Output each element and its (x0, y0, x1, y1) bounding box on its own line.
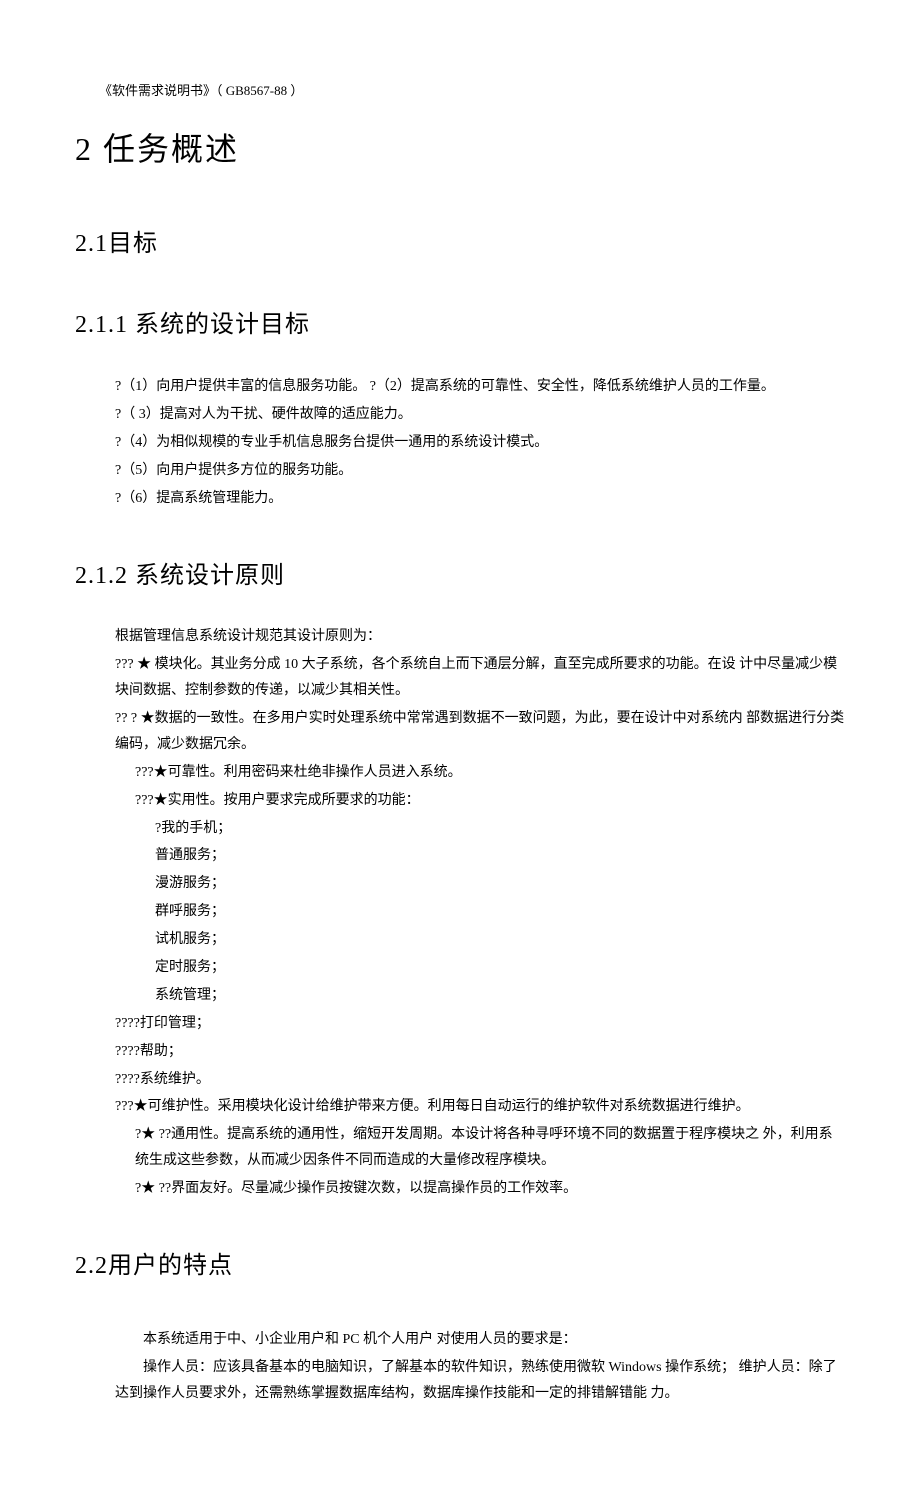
heading-2-2: 2.2用户的特点 (75, 1246, 845, 1287)
heading-2-1: 2.1目标 (75, 224, 845, 265)
principle-consistency: ?? ? ★数据的一致性。在多用户实时处理系统中常常遇到数据不一致问题，为此，要… (115, 706, 845, 758)
principle-maintain: ???★可维护性。采用模块化设计给维护带来方便。利用每日自动运行的维护软件对系统… (115, 1094, 845, 1120)
principles-intro: 根据管理信息系统设计规范其设计原则为： (115, 624, 845, 650)
practical-item: ????打印管理； (115, 1011, 845, 1037)
principle-practical: ???★实用性。按用户要求完成所要求的功能： (115, 788, 845, 814)
section-2-1-2-body: 根据管理信息系统设计规范其设计原则为： ??? ★ 模块化。其业务分成 10 大… (75, 624, 845, 1202)
practical-item: 漫游服务； (115, 871, 845, 897)
section-2-2-body: 本系统适用于中、小企业用户和 PC 机个人用户 对使用人员的要求是： 操作人员：… (75, 1327, 845, 1407)
practical-item: 普通服务； (115, 843, 845, 869)
practical-item: ?我的手机； (115, 816, 845, 842)
principle-module: ??? ★ 模块化。其业务分成 10 大子系统，各个系统自上而下通层分解，直至完… (115, 652, 845, 704)
principle-general: ?★ ??通用性。提高系统的通用性，缩短开发周期。本设计将各种寻呼环境不同的数据… (115, 1122, 845, 1174)
heading-2-1-2: 2.1.2 系统设计原则 (75, 556, 845, 597)
goal-line: ?（5）向用户提供多方位的服务功能。 (115, 458, 845, 484)
practical-item: 定时服务； (115, 955, 845, 981)
principle-ui: ?★ ??界面友好。尽量减少操作员按键次数，以提高操作员的工作效率。 (115, 1176, 845, 1202)
heading-2-1-1: 2.1.1 系统的设计目标 (75, 305, 845, 346)
practical-item: ????系统维护。 (115, 1067, 845, 1093)
goal-line: ?（4）为相似规模的专业手机信息服务台提供一通用的系统设计模式。 (115, 430, 845, 456)
goal-line: ?（6）提高系统管理能力。 (115, 486, 845, 512)
principle-reliability: ???★可靠性。利用密码来杜绝非操作人员进入系统。 (115, 760, 845, 786)
section-2-1-1-body: ?（1）向用户提供丰富的信息服务功能。 ?（2）提高系统的可靠性、安全性，降低系… (75, 374, 845, 511)
goal-line: ?（1）向用户提供丰富的信息服务功能。 ?（2）提高系统的可靠性、安全性，降低系… (115, 374, 845, 400)
practical-item: 试机服务； (115, 927, 845, 953)
goal-line: ?（ 3）提高对人为干扰、硬件故障的适应能力。 (115, 402, 845, 428)
reference-line: 《软件需求说明书》（ GB8567-88 ） (75, 80, 845, 102)
user-requirements: 操作人员：应该具备基本的电脑知识，了解基本的软件知识，熟练使用微软 Window… (115, 1355, 845, 1407)
practical-item: ????帮助； (115, 1039, 845, 1065)
practical-item: 系统管理； (115, 983, 845, 1009)
heading-1: 2 任务概述 (75, 122, 845, 176)
user-scope: 本系统适用于中、小企业用户和 PC 机个人用户 对使用人员的要求是： (115, 1327, 845, 1353)
practical-item: 群呼服务； (115, 899, 845, 925)
